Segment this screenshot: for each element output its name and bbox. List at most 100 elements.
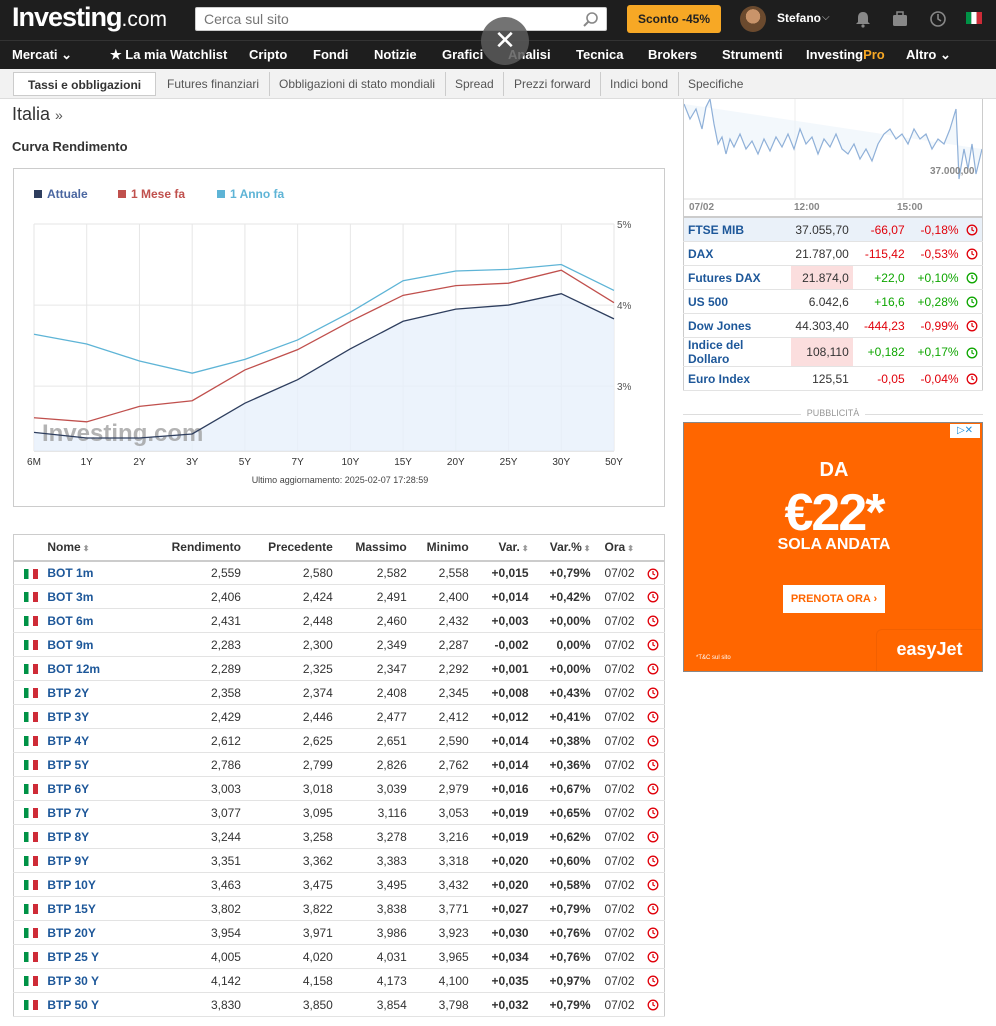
table-row[interactable]: BOT 12m 2,289 2,325 2,347 2,292 +0,001 +0,00% 0… <box>13 656 665 681</box>
clock-icon[interactable] <box>929 10 947 28</box>
index-name[interactable]: FTSE MIB <box>683 217 791 242</box>
table-row[interactable]: BTP 7Y 3,077 3,095 3,116 3,053 +0,019 +0,65% 07… <box>13 800 665 825</box>
bond-name[interactable]: BTP 3Y <box>47 704 148 729</box>
ad-book-button[interactable]: PRENOTA ORA › <box>783 585 885 613</box>
table-row[interactable]: BTP 50 Y 3,830 3,850 3,854 3,798 +0,032 +0,79%… <box>13 992 665 1017</box>
briefcase-icon[interactable] <box>891 10 909 28</box>
table-row[interactable]: BTP 9Y 3,351 3,362 3,383 3,318 +0,020 +0,60% 07… <box>13 848 665 873</box>
italy-flag-icon[interactable] <box>966 12 982 24</box>
username[interactable]: Stefano <box>777 11 821 25</box>
index-row[interactable]: Euro Index 125,51 -0,05 -0,04% <box>683 366 983 391</box>
nav-watchlist[interactable]: ★ La mia Watchlist <box>110 47 227 63</box>
investing-logo[interactable]: Investing.com <box>12 2 167 33</box>
bond-name[interactable]: BOT 1m <box>47 560 148 585</box>
bond-name[interactable]: BTP 5Y <box>47 752 148 777</box>
nav-cripto[interactable]: Cripto <box>249 47 287 62</box>
bond-name[interactable]: BTP 4Y <box>47 728 148 753</box>
bond-name[interactable]: BTP 50 Y <box>47 992 148 1017</box>
nav-strumenti[interactable]: Strumenti <box>722 47 783 62</box>
search-icon[interactable] <box>582 11 600 29</box>
tab-specifiche[interactable]: Specifiche <box>688 77 743 91</box>
table-row[interactable]: BTP 6Y 3,003 3,018 3,039 2,979 +0,016 +0,67% 07… <box>13 776 665 801</box>
nav-tecnica[interactable]: Tecnica <box>576 47 623 62</box>
table-row[interactable]: BOT 9m 2,283 2,300 2,349 2,287 -0,002 0,00% 07/… <box>13 632 665 657</box>
nav-fondi[interactable]: Fondi <box>313 47 348 62</box>
bond-name[interactable]: BTP 25 Y <box>47 944 148 969</box>
bond-name[interactable]: BTP 8Y <box>47 824 148 849</box>
table-row[interactable]: BTP 2Y 2,358 2,374 2,408 2,345 +0,008 +0,43% 07… <box>13 680 665 705</box>
index-name[interactable]: US 500 <box>683 289 791 314</box>
nav-altro[interactable]: Altro ⌄ <box>906 47 951 63</box>
tab-prezzi-forward[interactable]: Prezzi forward <box>514 77 591 91</box>
clock-cell <box>642 968 665 993</box>
table-row[interactable]: BTP 3Y 2,429 2,446 2,477 2,412 +0,012 +0,41% 07… <box>13 704 665 729</box>
table-row[interactable]: BTP 15Y 3,802 3,822 3,838 3,771 +0,027 +0,79% 0… <box>13 896 665 921</box>
bond-name[interactable]: BTP 6Y <box>47 776 148 801</box>
table-row[interactable]: BTP 20Y 3,954 3,971 3,986 3,923 +0,030 +0,76% 0… <box>13 920 665 945</box>
col-var-pct[interactable]: Var.% ⬍ <box>534 534 597 562</box>
clock-icon <box>647 687 659 699</box>
bond-name[interactable]: BTP 15Y <box>47 896 148 921</box>
tab-indici-bond[interactable]: Indici bond <box>610 77 668 91</box>
nav-notizie[interactable]: Notizie <box>374 47 417 62</box>
tab-futures-finanziari[interactable]: Futures finanziari <box>167 77 259 91</box>
index-row[interactable]: FTSE MIB 37.055,70 -66,07 -0,18% <box>683 217 983 242</box>
bond-name[interactable]: BOT 6m <box>47 608 148 633</box>
index-name[interactable]: Indice del Dollaro <box>683 337 791 367</box>
bond-name[interactable]: BTP 10Y <box>47 872 148 897</box>
bond-name[interactable]: BTP 7Y <box>47 800 148 825</box>
advertisement-banner[interactable]: ▷✕ DA €22* SOLA ANDATA PRENOTA ORA › *T&… <box>683 422 983 672</box>
index-name[interactable]: DAX <box>683 241 791 266</box>
nav-mercati[interactable]: Mercati ⌄ <box>12 47 72 63</box>
page-title[interactable]: Italia » <box>12 104 63 125</box>
bond-name[interactable]: BTP 2Y <box>47 680 148 705</box>
col-var[interactable]: Var. ⬍ <box>474 534 535 562</box>
bond-name[interactable]: BTP 30 Y <box>47 968 148 993</box>
index-row[interactable]: US 500 6.042,6 +16,6 +0,28% <box>683 289 983 314</box>
col-nome[interactable]: Nome ⬍ <box>47 534 148 562</box>
nav-grafici[interactable]: Grafici <box>442 47 483 62</box>
index-row[interactable]: Indice del Dollaro 108,110 +0,182 +0,17% <box>683 337 983 367</box>
bond-name[interactable]: BOT 9m <box>47 632 148 657</box>
table-row[interactable]: BTP 25 Y 4,005 4,020 4,031 3,965 +0,034 +0,76%… <box>13 944 665 969</box>
bell-icon[interactable] <box>854 10 872 28</box>
col-ora[interactable]: Ora ⬍ <box>596 534 643 562</box>
tab-obbligazioni-mondiali[interactable]: Obbligazioni di stato mondiali <box>279 77 435 91</box>
table-row[interactable]: BTP 5Y 2,786 2,799 2,826 2,762 +0,014 +0,36% 07… <box>13 752 665 777</box>
col-massimo[interactable]: Massimo <box>338 534 413 562</box>
index-name[interactable]: Dow Jones <box>683 313 791 338</box>
index-name[interactable]: Euro Index <box>683 366 791 391</box>
tab-spread[interactable]: Spread <box>455 77 494 91</box>
search-box[interactable] <box>195 7 607 31</box>
col-precedente[interactable]: Precedente <box>246 534 339 562</box>
index-row[interactable]: DAX 21.787,00 -115,42 -0,53% <box>683 241 983 266</box>
table-row[interactable]: BOT 6m 2,431 2,448 2,460 2,432 +0,003 +0,00% 07… <box>13 608 665 633</box>
ad-choices-icon[interactable]: ▷✕ <box>950 424 980 438</box>
col-rendimento[interactable]: Rendimento <box>147 534 247 562</box>
bond-time: 07/02 <box>596 728 643 753</box>
table-row[interactable]: BTP 30 Y 4,142 4,158 4,173 4,100 +0,035 +0,97%… <box>13 968 665 993</box>
bond-name[interactable]: BOT 3m <box>47 584 148 609</box>
nav-brokers[interactable]: Brokers <box>648 47 697 62</box>
close-overlay-button[interactable]: ✕ <box>481 17 529 65</box>
index-row[interactable]: Futures DAX 21.874,0 +22,0 +0,10% <box>683 265 983 290</box>
index-name[interactable]: Futures DAX <box>683 265 791 290</box>
bond-name[interactable]: BTP 20Y <box>47 920 148 945</box>
avatar[interactable] <box>740 6 766 32</box>
index-last: 125,51 <box>790 366 853 391</box>
bond-name[interactable]: BOT 12m <box>47 656 148 681</box>
nav-investingpro[interactable]: InvestingPro <box>806 47 885 62</box>
table-row[interactable]: BOT 1m 2,559 2,580 2,582 2,558 +0,015 +0,79% 07… <box>13 560 665 585</box>
table-row[interactable]: BOT 3m 2,406 2,424 2,491 2,400 +0,014 +0,42% 07… <box>13 584 665 609</box>
table-row[interactable]: BTP 8Y 3,244 3,258 3,278 3,216 +0,019 +0,62% 07… <box>13 824 665 849</box>
table-row[interactable]: BTP 4Y 2,612 2,625 2,651 2,590 +0,014 +0,38% 07… <box>13 728 665 753</box>
col-minimo[interactable]: Minimo <box>412 534 475 562</box>
index-row[interactable]: Dow Jones 44.303,40 -444,23 -0,99% <box>683 313 983 338</box>
divider <box>269 72 270 96</box>
chevron-down-icon[interactable]: ⌵ <box>822 12 830 23</box>
table-row[interactable]: BTP 10Y 3,463 3,475 3,495 3,432 +0,020 +0,58% 0… <box>13 872 665 897</box>
promo-button[interactable]: Sconto -45% <box>627 5 721 33</box>
tab-tassi-obbligazioni[interactable]: Tassi e obbligazioni <box>13 72 157 96</box>
bond-name[interactable]: BTP 9Y <box>47 848 148 873</box>
bond-change-pct: +0,00% <box>534 656 597 681</box>
